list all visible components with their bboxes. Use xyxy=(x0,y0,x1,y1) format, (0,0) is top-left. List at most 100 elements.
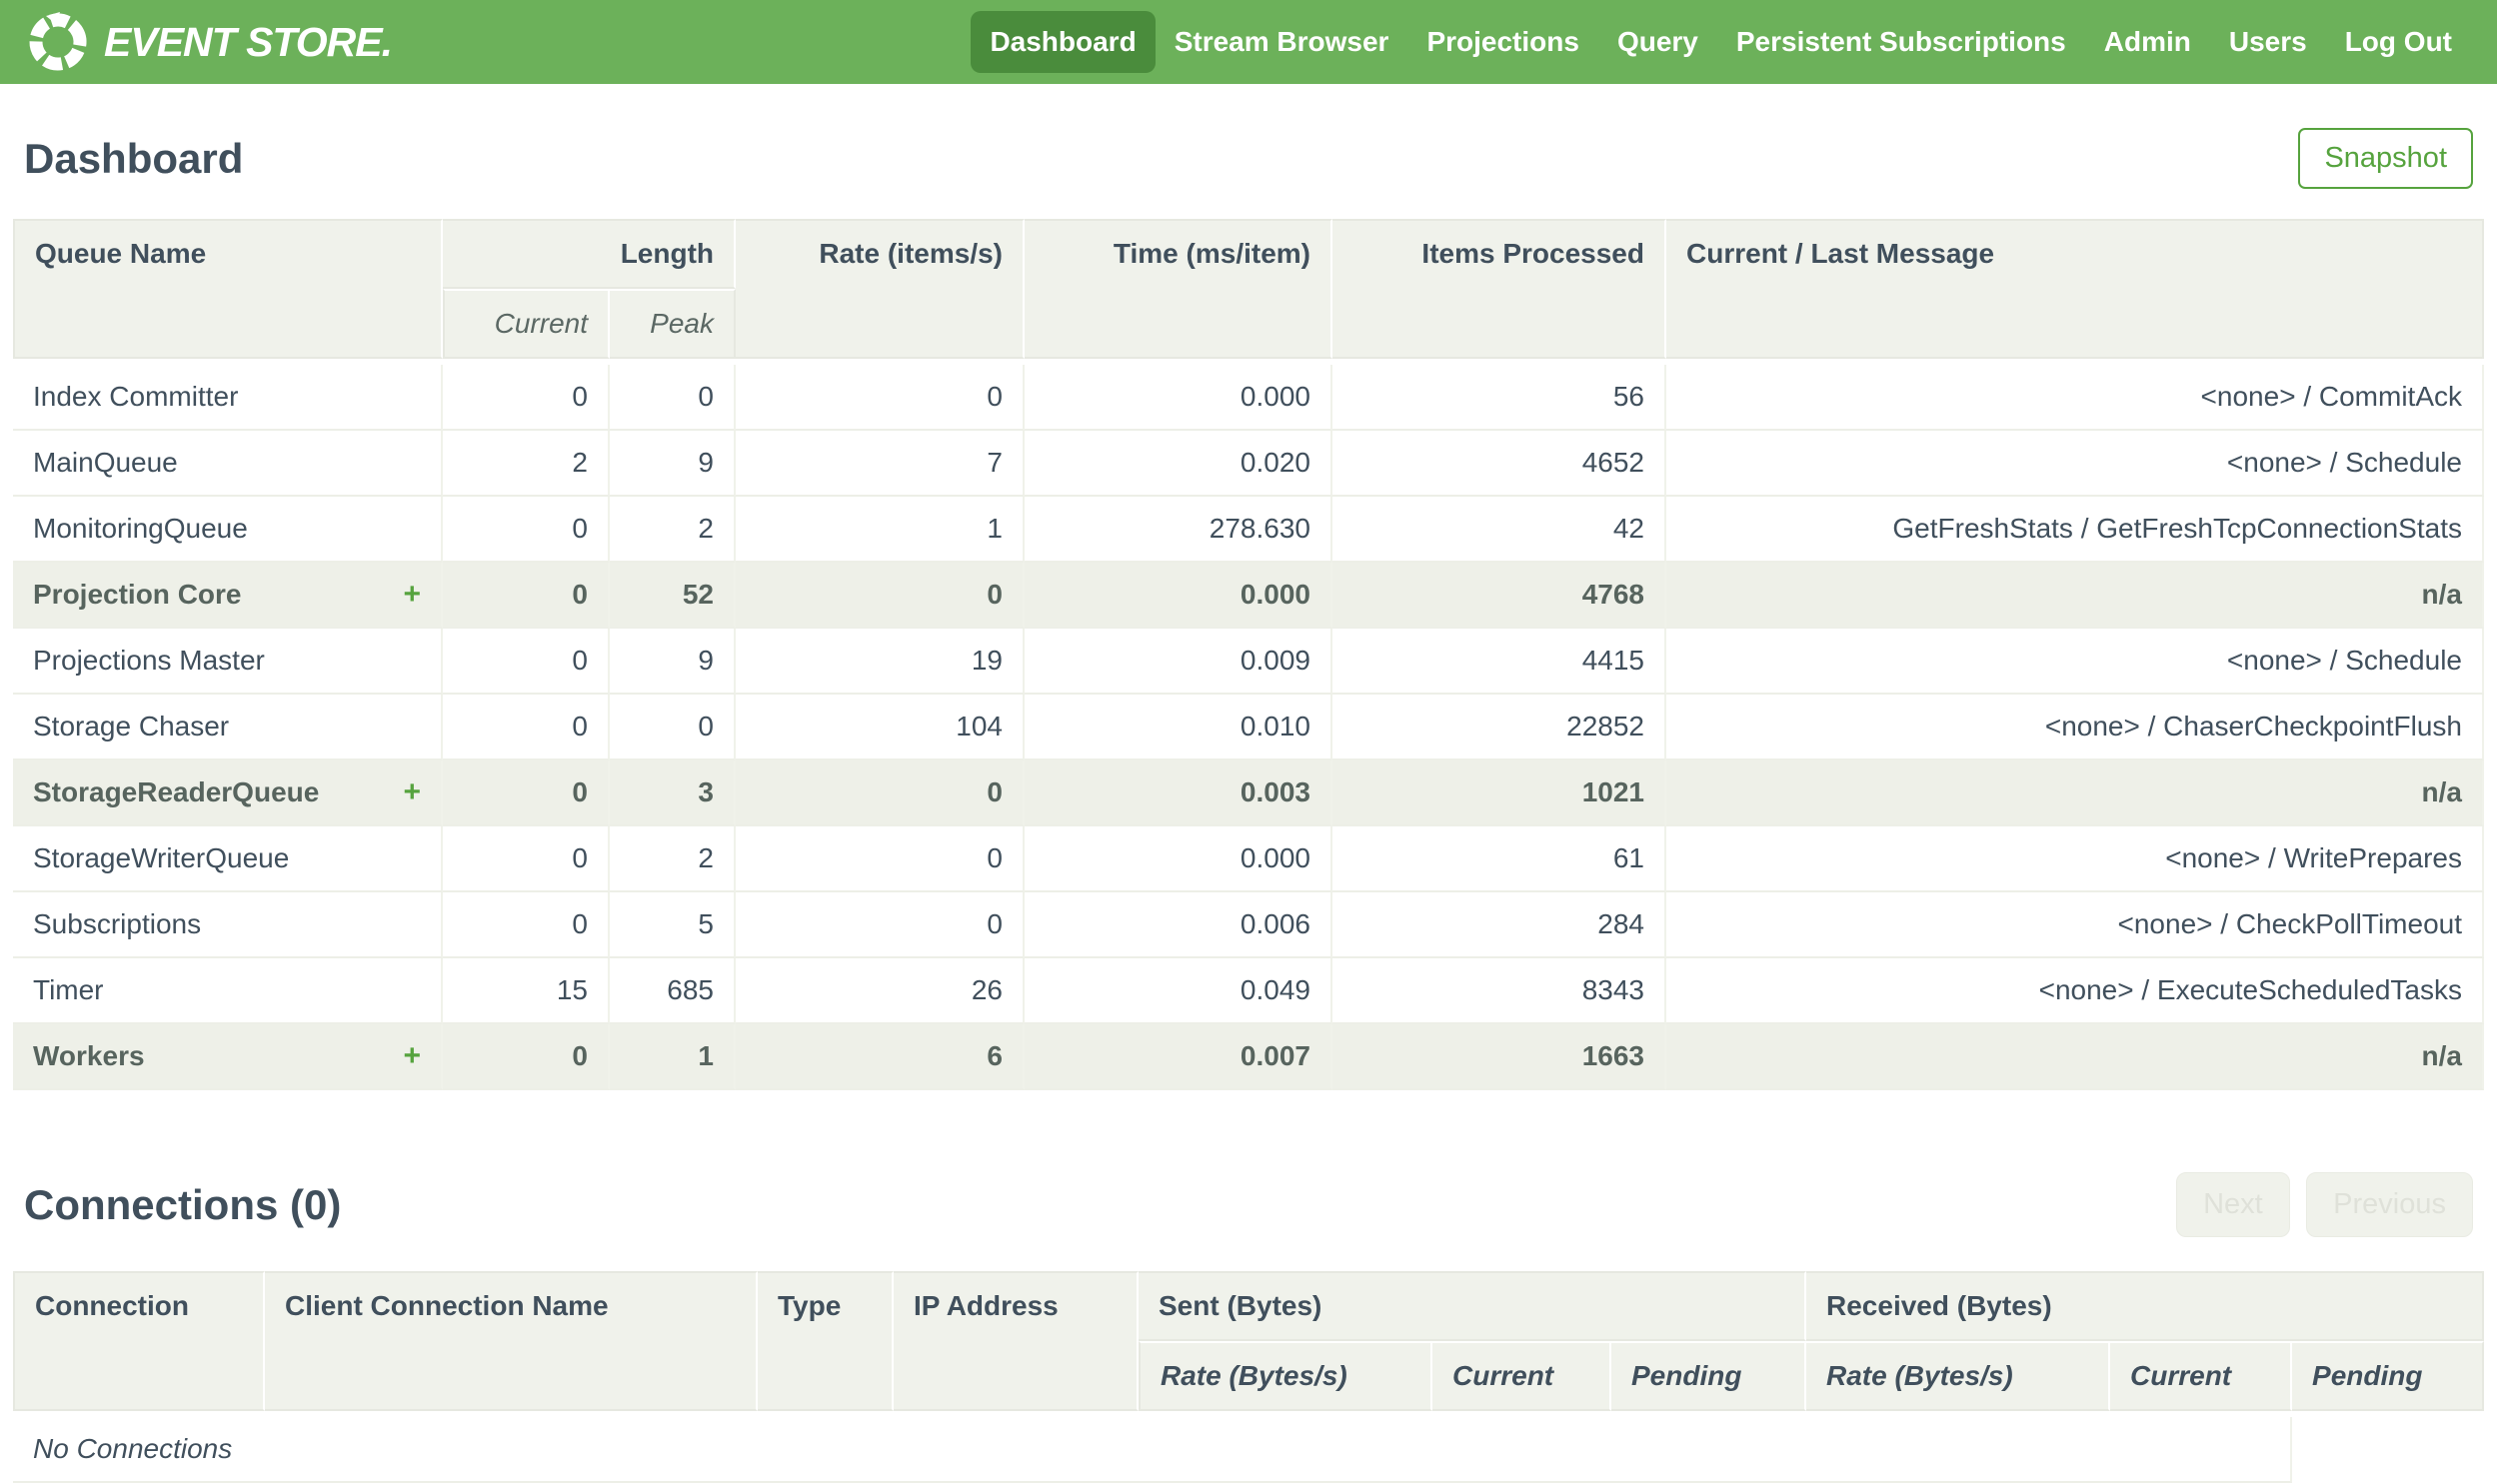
queue-name-cell: MonitoringQueue xyxy=(13,497,443,563)
length-current-cell: 0 xyxy=(443,365,610,431)
queue-name-cell: Projection Core + xyxy=(13,563,443,629)
nav-item-stream-browser[interactable]: Stream Browser xyxy=(1156,11,1408,73)
expand-plus-icon[interactable]: + xyxy=(403,1041,421,1071)
items-processed-cell: 284 xyxy=(1332,892,1666,958)
rate-cell: 0 xyxy=(736,760,1025,826)
col-sent-rate: Rate (Bytes/s) xyxy=(1139,1341,1432,1411)
items-processed-cell: 56 xyxy=(1332,365,1666,431)
message-cell: <none> / CommitAck xyxy=(1666,365,2484,431)
table-row: Workers + 0 1 6 0.007 1663 n/a xyxy=(13,1024,2484,1090)
length-current-cell: 0 xyxy=(443,629,610,695)
connections-table: Connection Client Connection Name Type I… xyxy=(13,1271,2484,1483)
nav-item-users[interactable]: Users xyxy=(2210,11,2326,73)
col-received-rate: Rate (Bytes/s) xyxy=(1806,1341,2111,1411)
nav-item-admin[interactable]: Admin xyxy=(2085,11,2210,73)
table-row: MonitoringQueue 0 2 1 278.630 42 GetFres… xyxy=(13,497,2484,563)
queue-name-cell: StorageReaderQueue + xyxy=(13,760,443,826)
connections-head: Connections (0) Next Previous xyxy=(13,1172,2484,1237)
queue-name: Projection Core xyxy=(33,579,242,610)
time-cell: 0.006 xyxy=(1025,892,1332,958)
previous-button[interactable]: Previous xyxy=(2306,1172,2473,1237)
snapshot-button[interactable]: Snapshot xyxy=(2298,128,2473,189)
items-processed-cell: 22852 xyxy=(1332,695,1666,760)
queue-name-cell: Subscriptions xyxy=(13,892,443,958)
col-rate: Rate (items/s) xyxy=(736,219,1025,359)
table-row: Projections Master 0 9 19 0.009 4415 <no… xyxy=(13,629,2484,695)
col-received-pending: Pending xyxy=(2292,1341,2484,1411)
queue-name: MainQueue xyxy=(33,447,178,478)
length-peak-cell: 9 xyxy=(610,629,736,695)
pager: Next Previous xyxy=(2164,1172,2473,1237)
col-length: Length xyxy=(443,219,736,289)
top-nav: EVENT STORE. Dashboard Stream Browser Proj… xyxy=(0,0,2497,84)
event-store-logo-icon xyxy=(29,12,87,71)
connections-table-header: Connection Client Connection Name Type I… xyxy=(13,1271,2484,1411)
rate-cell: 19 xyxy=(736,629,1025,695)
col-received-bytes: Received (Bytes) xyxy=(1806,1271,2484,1341)
col-length-current: Current xyxy=(443,289,610,359)
rate-cell: 0 xyxy=(736,892,1025,958)
connections-title: Connections (0) xyxy=(24,1180,342,1228)
nav-item-dashboard[interactable]: Dashboard xyxy=(971,11,1156,73)
queue-name: Projections Master xyxy=(33,645,265,676)
rate-cell: 0 xyxy=(736,365,1025,431)
col-type: Type xyxy=(758,1271,894,1411)
queue-name-cell: Workers + xyxy=(13,1024,443,1090)
queue-table: Queue Name Length Rate (items/s) Time (m… xyxy=(13,219,2484,1090)
items-processed-cell: 1021 xyxy=(1332,760,1666,826)
length-peak-cell: 1 xyxy=(610,1024,736,1090)
col-queue-name: Queue Name xyxy=(13,219,443,359)
length-current-cell: 0 xyxy=(443,497,610,563)
time-cell: 0.000 xyxy=(1025,826,1332,892)
message-cell: GetFreshStats / GetFreshTcpConnectionSta… xyxy=(1666,497,2484,563)
queue-name: Workers xyxy=(33,1040,145,1071)
page-head: Dashboard Snapshot xyxy=(13,128,2484,189)
nav-item-query[interactable]: Query xyxy=(1598,11,1717,73)
no-connections-row: No Connections xyxy=(13,1417,2484,1483)
no-connections-message: No Connections xyxy=(13,1417,2293,1483)
queue-name: Index Committer xyxy=(33,381,239,412)
queue-table-body: Index Committer 0 0 0 0.000 56 <none> / … xyxy=(13,359,2484,1090)
nav-item-persistent-subscriptions[interactable]: Persistent Subscriptions xyxy=(1717,11,2085,73)
length-peak-cell: 3 xyxy=(610,760,736,826)
length-peak-cell: 0 xyxy=(610,695,736,760)
message-cell: <none> / ChaserCheckpointFlush xyxy=(1666,695,2484,760)
brand-logo[interactable]: EVENT STORE. xyxy=(26,10,393,74)
items-processed-cell: 42 xyxy=(1332,497,1666,563)
ghost-cell xyxy=(2292,1417,2484,1483)
rate-cell: 6 xyxy=(736,1024,1025,1090)
queue-name: Timer xyxy=(33,974,104,1005)
page-title: Dashboard xyxy=(24,134,244,182)
time-cell: 278.630 xyxy=(1025,497,1332,563)
queue-name-cell: Projections Master xyxy=(13,629,443,695)
time-cell: 0.020 xyxy=(1025,431,1332,497)
next-button[interactable]: Next xyxy=(2176,1172,2290,1237)
length-current-cell: 15 xyxy=(443,958,610,1024)
message-cell: n/a xyxy=(1666,563,2484,629)
col-message: Current / Last Message xyxy=(1666,219,2484,359)
message-cell: <none> / Schedule xyxy=(1666,431,2484,497)
nav-item-projections[interactable]: Projections xyxy=(1407,11,1597,73)
queue-name-cell: StorageWriterQueue xyxy=(13,826,443,892)
nav-item-log-out[interactable]: Log Out xyxy=(2326,11,2471,73)
time-cell: 0.009 xyxy=(1025,629,1332,695)
expand-plus-icon[interactable]: + xyxy=(403,777,421,807)
items-processed-cell: 1663 xyxy=(1332,1024,1666,1090)
message-cell: n/a xyxy=(1666,760,2484,826)
items-processed-cell: 4415 xyxy=(1332,629,1666,695)
length-current-cell: 0 xyxy=(443,695,610,760)
time-cell: 0.000 xyxy=(1025,365,1332,431)
length-current-cell: 0 xyxy=(443,892,610,958)
table-row: Index Committer 0 0 0 0.000 56 <none> / … xyxy=(13,365,2484,431)
col-items-processed: Items Processed xyxy=(1332,219,1666,359)
col-received-current: Current xyxy=(2110,1341,2293,1411)
queue-name: StorageReaderQueue xyxy=(33,776,320,807)
length-current-cell: 0 xyxy=(443,760,610,826)
length-peak-cell: 52 xyxy=(610,563,736,629)
time-cell: 0.003 xyxy=(1025,760,1332,826)
time-cell: 0.000 xyxy=(1025,563,1332,629)
expand-plus-icon[interactable]: + xyxy=(403,580,421,610)
table-row: Timer 15 685 26 0.049 8343 <none> / Exec… xyxy=(13,958,2484,1024)
main-content: Dashboard Snapshot Queue Name Length Rat… xyxy=(0,128,2497,1483)
length-peak-cell: 685 xyxy=(610,958,736,1024)
